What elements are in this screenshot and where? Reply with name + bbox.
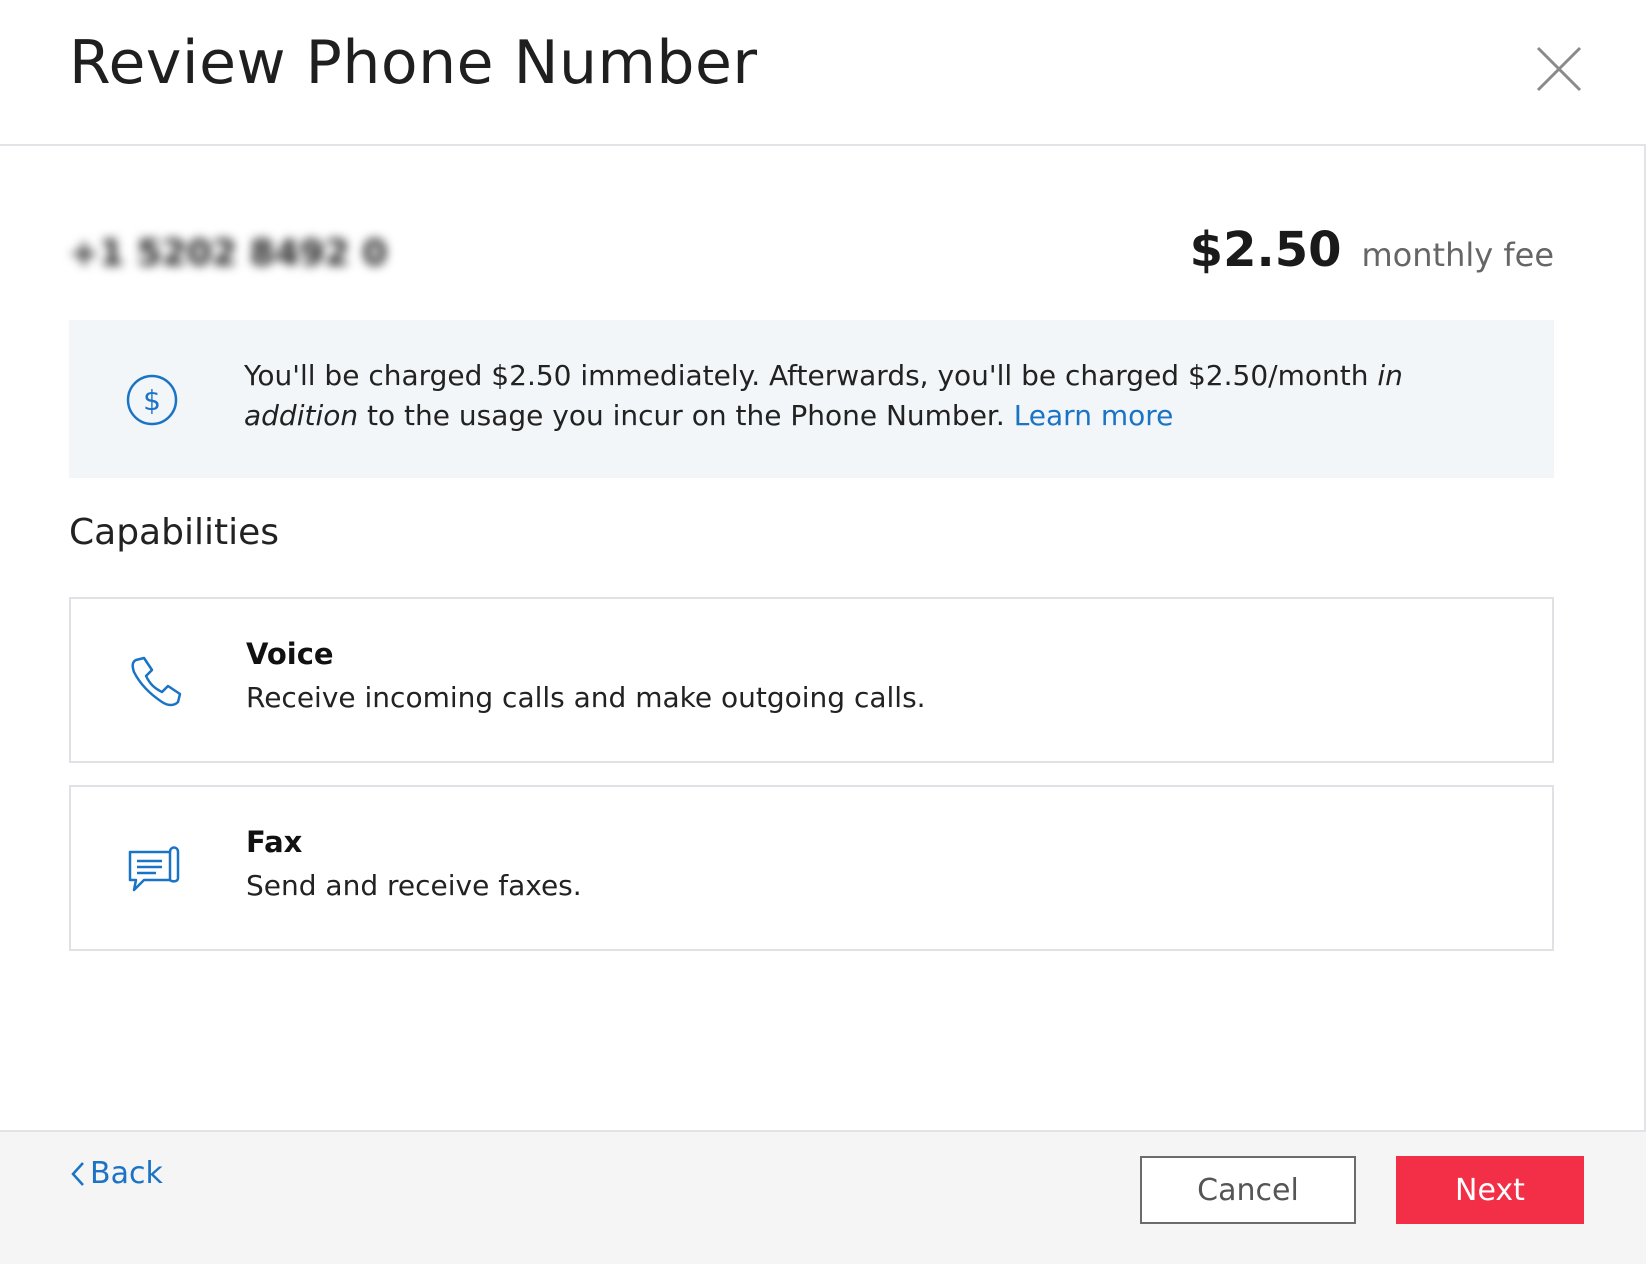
dollar-circle-icon: $ bbox=[126, 374, 178, 426]
close-icon bbox=[1536, 46, 1582, 92]
phone-icon bbox=[131, 656, 182, 707]
close-button[interactable] bbox=[1534, 44, 1584, 94]
chevron-left-icon bbox=[71, 1161, 84, 1186]
review-phone-number-modal: Review Phone Number +1 5202 8492 0 $2.50… bbox=[0, 0, 1646, 1264]
capabilities-heading: Capabilities bbox=[69, 512, 279, 553]
back-button[interactable]: Back bbox=[70, 1156, 163, 1191]
capability-description: Receive incoming calls and make outgoing… bbox=[246, 681, 926, 714]
fax-icon bbox=[128, 846, 180, 892]
fee-label: monthly fee bbox=[1361, 236, 1555, 274]
monthly-fee: $2.50 monthly fee bbox=[1190, 222, 1554, 278]
capability-name: Voice bbox=[246, 637, 334, 671]
charge-notice: $ You'll be charged $2.50 immediately. A… bbox=[69, 320, 1554, 478]
next-button[interactable]: Next bbox=[1396, 1156, 1584, 1224]
capability-name: Fax bbox=[246, 825, 303, 859]
capability-card-fax: Fax Send and receive faxes. bbox=[69, 785, 1554, 951]
capability-card-voice: Voice Receive incoming calls and make ou… bbox=[69, 597, 1554, 763]
fee-amount: $2.50 bbox=[1189, 222, 1342, 278]
notice-text-part1: You'll be charged $2.50 immediately. Aft… bbox=[244, 359, 1378, 392]
notice-text: You'll be charged $2.50 immediately. Aft… bbox=[244, 356, 1524, 436]
back-label: Back bbox=[90, 1156, 163, 1191]
modal-header: Review Phone Number bbox=[0, 0, 1646, 146]
notice-text-part2: to the usage you incur on the Phone Numb… bbox=[358, 399, 1014, 432]
learn-more-link[interactable]: Learn more bbox=[1014, 399, 1174, 432]
svg-text:$: $ bbox=[143, 384, 161, 417]
capability-description: Send and receive faxes. bbox=[246, 869, 582, 902]
modal-title: Review Phone Number bbox=[69, 28, 758, 98]
phone-number-value: +1 5202 8492 0 bbox=[69, 233, 388, 274]
modal-footer: Back Cancel Next bbox=[0, 1130, 1646, 1264]
cancel-button[interactable]: Cancel bbox=[1140, 1156, 1356, 1224]
phone-number: +1 5202 8492 0 bbox=[69, 234, 414, 274]
